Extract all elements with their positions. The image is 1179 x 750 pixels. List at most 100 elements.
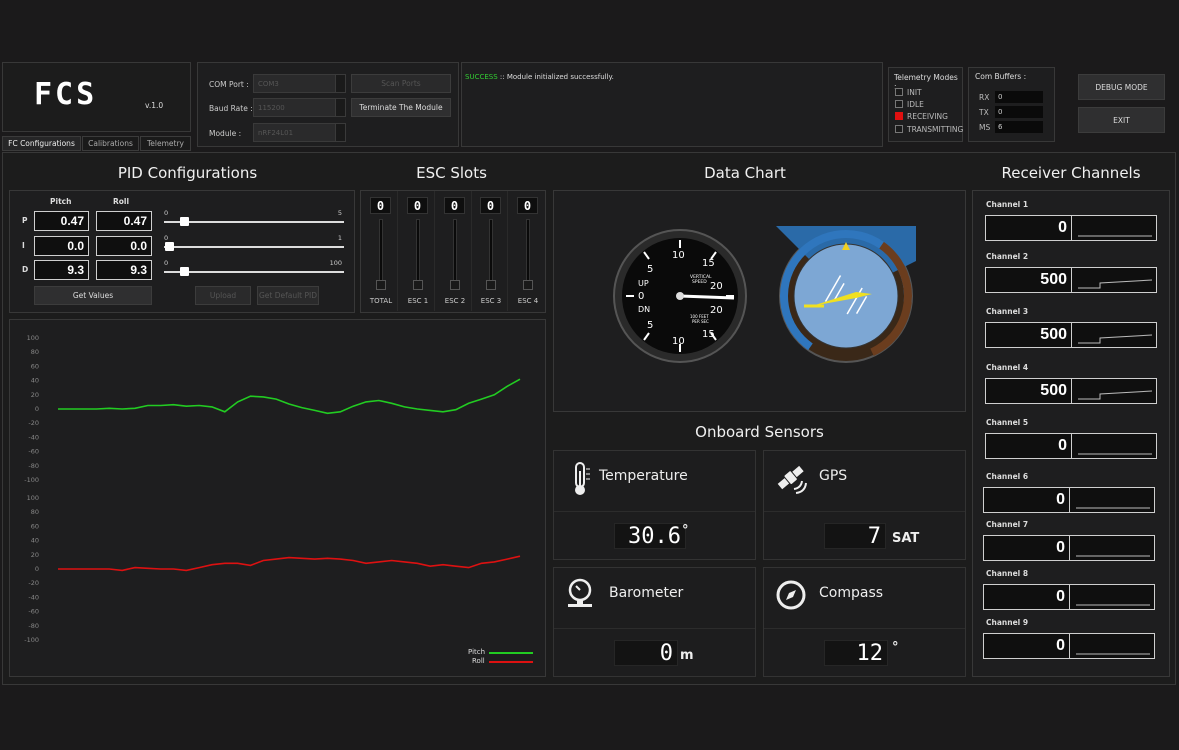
scan-ports-button[interactable]: Scan Ports	[351, 74, 451, 93]
channel-name: Channel 8	[986, 569, 1029, 578]
module-select[interactable]: nRF24L01	[253, 123, 346, 142]
i-pitch-input[interactable]: 0.0	[34, 236, 89, 256]
upload-button[interactable]: Upload	[195, 286, 251, 305]
pitch-header: Pitch	[50, 197, 72, 206]
vsi-tick-20-up: 20	[710, 281, 723, 292]
esc-slot-total[interactable]: 0 TOTAL	[364, 191, 398, 311]
transmitting-label: TRANSMITTING	[907, 125, 964, 134]
p-slider[interactable]: 0 5	[164, 209, 344, 229]
log-status: SUCCESS	[465, 73, 498, 81]
d-roll-input[interactable]: 9.3	[96, 260, 152, 280]
channel-name: Channel 2	[986, 252, 1029, 261]
baud-rate-select[interactable]: 115200	[253, 98, 346, 117]
receiving-checkbox[interactable]	[895, 112, 903, 120]
y-tick-label: 40	[31, 537, 39, 545]
temperature-unit: °	[682, 523, 689, 538]
esc-slot-3[interactable]: 0 ESC 3	[474, 191, 508, 311]
y-tick-label: -100	[24, 636, 39, 644]
init-checkbox[interactable]	[895, 88, 903, 96]
p-roll-input[interactable]: 0.47	[96, 211, 152, 231]
channel-level-graph	[1078, 334, 1152, 344]
d-slider-min: 0	[164, 259, 169, 267]
p-slider-track	[164, 221, 344, 223]
idle-checkbox[interactable]	[895, 100, 903, 108]
y-tick-label: -40	[28, 433, 39, 441]
compass-title: Compass	[819, 585, 884, 601]
channel-level-graph	[1078, 235, 1152, 237]
d-slider-thumb[interactable]	[180, 267, 189, 276]
p-slider-thumb[interactable]	[180, 217, 189, 226]
tab-fc-configurations[interactable]: FC Configurations	[2, 136, 81, 151]
telemetry-modes-panel: Telemetry Modes : INIT IDLE RECEIVING TR…	[888, 67, 963, 142]
y-tick-label: 40	[31, 377, 39, 385]
d-pitch-input[interactable]: 9.3	[34, 260, 89, 280]
barometer-value: 0	[614, 640, 678, 666]
log-line: SUCCESS :: Module initialized successful…	[465, 73, 614, 81]
get-default-pid-button[interactable]: Get Default PID	[257, 286, 319, 305]
tab-calibrations[interactable]: Calibrations	[82, 136, 139, 151]
esc-slot-2[interactable]: 0 ESC 2	[438, 191, 472, 311]
channel-box: 0	[983, 584, 1155, 610]
channel-box: 500	[985, 378, 1157, 404]
vsi-unit-2: PER SEC	[692, 319, 709, 324]
esc-3-thumb[interactable]	[486, 280, 496, 290]
vsi-tick-10-dn: 10	[672, 336, 685, 347]
y-tick-label: -80	[28, 622, 39, 630]
get-values-button[interactable]: Get Values	[34, 286, 152, 305]
i-roll-input[interactable]: 0.0	[96, 236, 152, 256]
channel-box: 0	[983, 633, 1155, 659]
esc-3-label: ESC 3	[480, 297, 502, 305]
chart-panel: 100 80 60 40 20 0 -20 -40 -60 -80 -100 100 80 60 40 20 0…	[9, 319, 546, 677]
compass-value: 12	[824, 640, 888, 666]
temperature-card: Temperature 30.6 °	[553, 450, 756, 560]
channel-box: 0	[985, 215, 1157, 241]
barometer-card: Barometer 0 m	[553, 567, 756, 677]
idle-label: IDLE	[907, 100, 924, 109]
tab-telemetry[interactable]: Telemetry	[140, 136, 191, 151]
vsi-tick-0: 0	[638, 291, 644, 302]
channel-name: Channel 1	[986, 200, 1029, 209]
i-slider-thumb[interactable]	[165, 242, 174, 251]
sensors-title: Onboard Sensors	[695, 423, 824, 441]
exit-button[interactable]: EXIT	[1078, 107, 1165, 133]
data-chart-title: Data Chart	[704, 164, 786, 182]
esc-4-thumb[interactable]	[523, 280, 533, 290]
com-port-label: COM Port :	[209, 80, 249, 89]
vsi-tick-5-dn: 5	[647, 320, 653, 331]
esc-total-thumb[interactable]	[376, 280, 386, 290]
channel-value: 500	[986, 268, 1072, 292]
i-label: I	[22, 241, 25, 250]
esc-2-thumb[interactable]	[450, 280, 460, 290]
p-pitch-input[interactable]: 0.47	[34, 211, 89, 231]
barometer-icon	[568, 578, 592, 607]
esc-slot-1[interactable]: 0 ESC 1	[401, 191, 435, 311]
channel-level-line	[1078, 334, 1152, 344]
terminate-module-button[interactable]: Terminate The Module	[351, 98, 451, 117]
d-label: D	[22, 265, 29, 274]
log-panel: SUCCESS :: Module initialized successful…	[461, 62, 883, 147]
channel-level-graph	[1076, 653, 1150, 655]
i-slider[interactable]: 0 1	[164, 234, 344, 254]
p-label: P	[22, 216, 28, 225]
d-slider[interactable]: 0 100	[164, 259, 344, 279]
y-tick-label: -60	[28, 608, 39, 616]
channel-level-graph	[1078, 453, 1152, 455]
temperature-divider	[554, 511, 755, 512]
transmitting-checkbox[interactable]	[895, 125, 903, 133]
esc-slot-4[interactable]: 0 ESC 4	[511, 191, 545, 311]
y-tick-label: -60	[28, 448, 39, 456]
temperature-title: Temperature	[599, 468, 688, 484]
vsi-up-label: UP	[638, 279, 649, 288]
channel-level-line	[1078, 390, 1152, 400]
debug-mode-button[interactable]: DEBUG MODE	[1078, 74, 1165, 100]
esc-1-label: ESC 1	[407, 297, 429, 305]
channel-box: 500	[985, 322, 1157, 348]
esc-total-track	[379, 219, 383, 289]
vsi-tick-15-dn: 15	[702, 329, 715, 340]
esc-1-thumb[interactable]	[413, 280, 423, 290]
rx-value: 0	[995, 91, 1043, 103]
com-port-select[interactable]: COM3	[253, 74, 346, 93]
com-buffers-title: Com Buffers :	[975, 72, 1027, 81]
gps-title: GPS	[819, 468, 848, 484]
i-slider-track	[164, 246, 344, 248]
